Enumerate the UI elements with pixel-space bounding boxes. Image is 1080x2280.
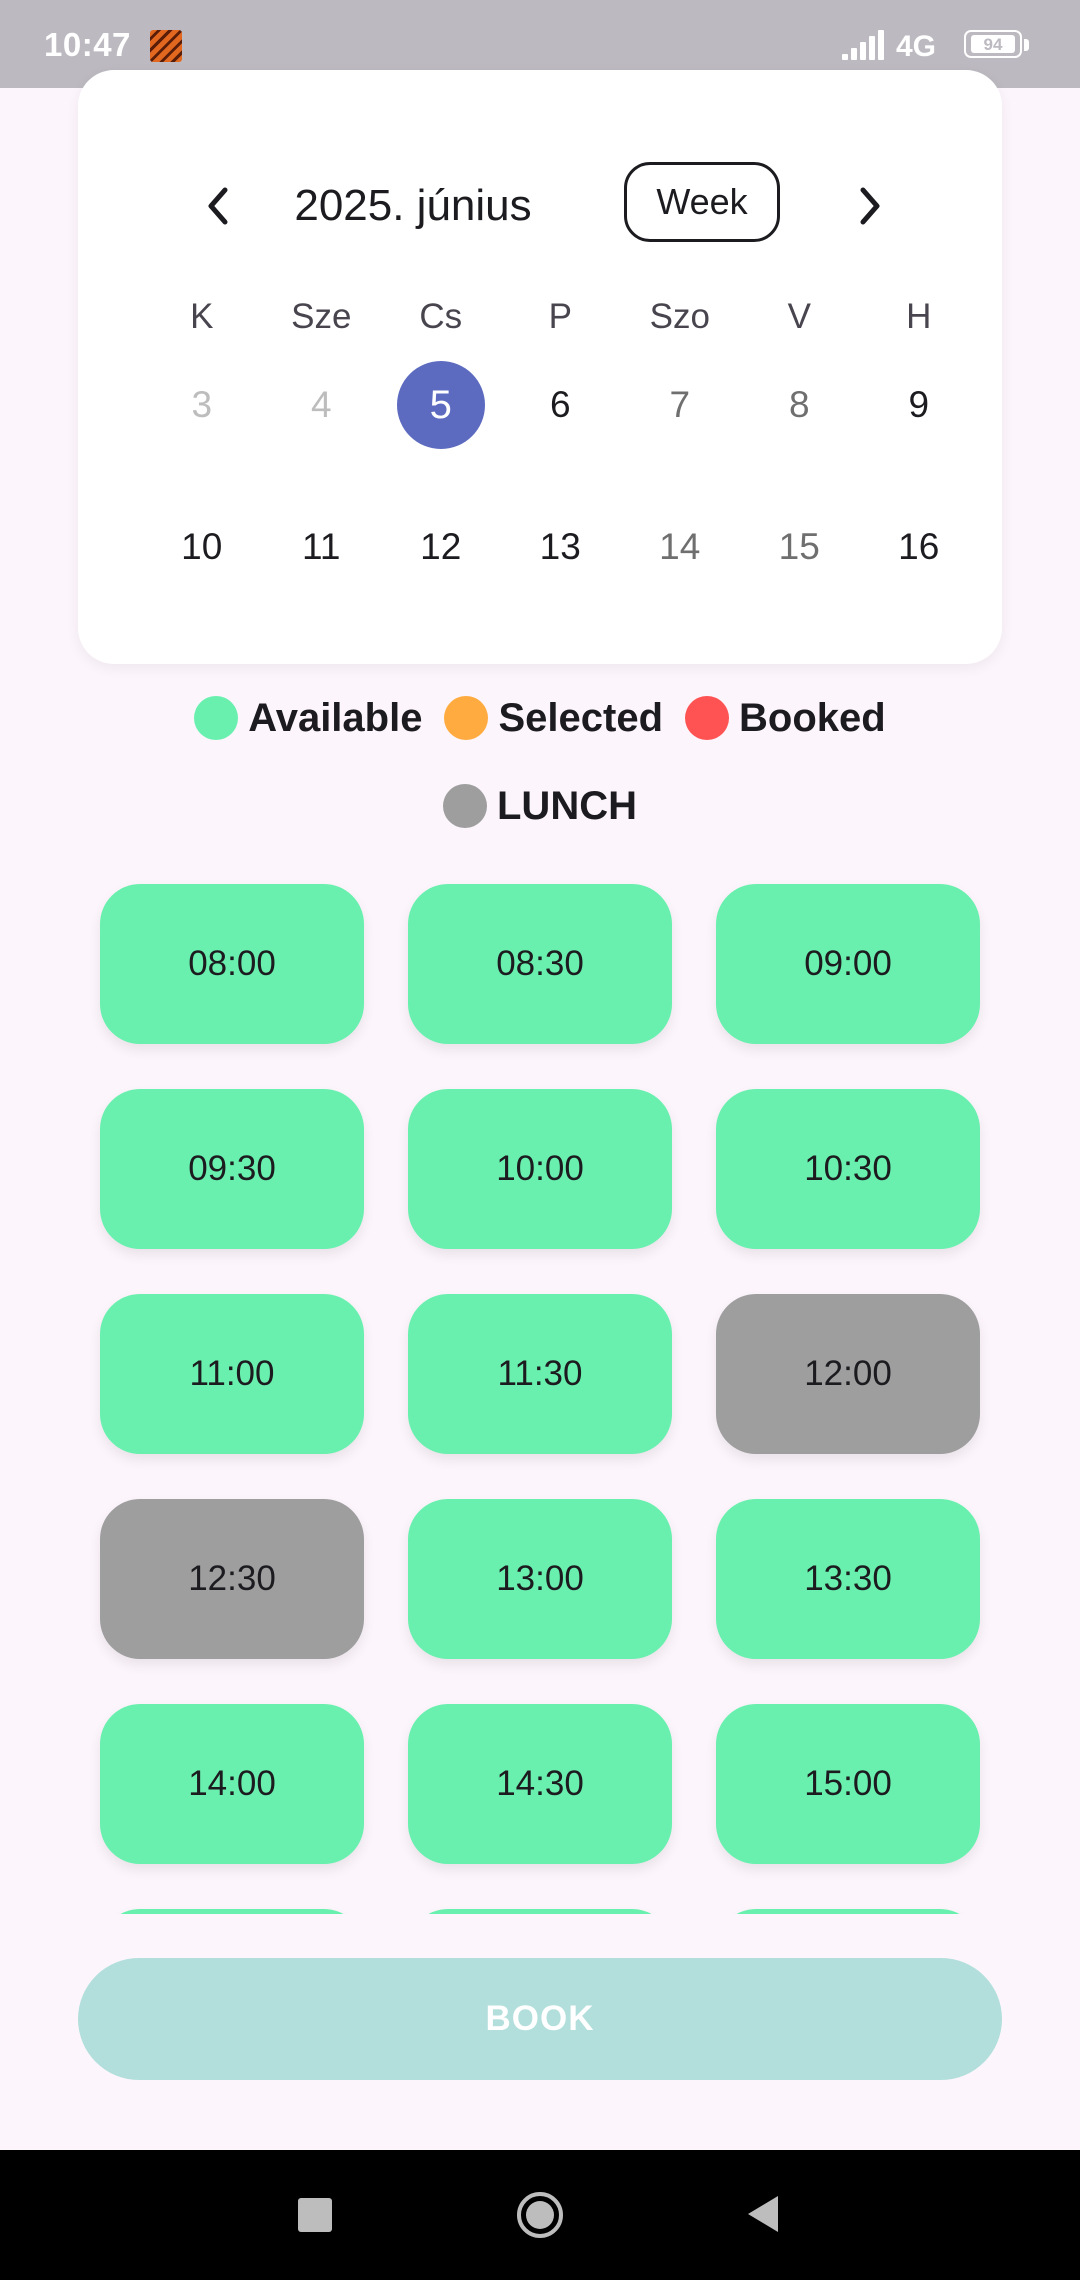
calendar-day[interactable]: 11 <box>262 502 382 592</box>
calendar-day[interactable]: 10 <box>142 502 262 592</box>
time-slot-available[interactable]: 13:00 <box>408 1499 672 1659</box>
day-number: 13 <box>539 526 581 567</box>
signal-icon <box>842 30 884 60</box>
calendar-day[interactable]: 15 <box>740 502 860 592</box>
time-slot-lunch[interactable]: 12:00 <box>716 1294 980 1454</box>
legend-item-booked: Booked <box>685 696 886 741</box>
legend-dot-available <box>194 696 239 740</box>
weekday-label: H <box>906 297 932 336</box>
weekday-label: Szo <box>649 297 710 336</box>
time-slot-available[interactable]: 10:30 <box>716 1089 980 1249</box>
weekday-label: Cs <box>419 297 463 336</box>
day-number: 14 <box>659 526 701 567</box>
day-number: 12 <box>420 526 462 567</box>
recents-icon[interactable] <box>298 2198 332 2232</box>
time-slot-grid[interactable]: 08:00 08:30 09:00 09:30 10:00 10:30 11:00 11:30… <box>0 870 1080 1914</box>
battery-body: 94 <box>964 30 1022 58</box>
calendar-day[interactable]: 3 <box>142 360 262 450</box>
battery-tip <box>1024 39 1029 51</box>
chevron-left-icon <box>208 187 228 225</box>
legend-dot-selected <box>444 696 489 740</box>
notification-app-icon <box>150 30 182 62</box>
day-number: 9 <box>908 384 930 425</box>
time-slot-available[interactable]: 11:00 <box>100 1294 364 1454</box>
time-slot-available[interactable] <box>100 1909 364 1914</box>
time-slot-available[interactable]: 15:00 <box>716 1704 980 1864</box>
day-number: 7 <box>669 384 691 425</box>
weekday-label: P <box>548 297 572 336</box>
battery-percent: 94 <box>983 35 1003 54</box>
weekday-label: Sze <box>291 297 352 336</box>
navigation-bar <box>0 2150 1080 2280</box>
calendar-day[interactable]: 14 <box>620 502 740 592</box>
legend: Available Selected Booked <box>0 690 1080 746</box>
time-slot-available[interactable]: 14:30 <box>408 1704 672 1864</box>
weekday-label: K <box>190 297 214 336</box>
chevron-right-icon <box>860 187 880 225</box>
day-number: 16 <box>898 526 940 567</box>
calendar-card: 2025. június Week K Sze Cs P Szo V H 3 4… <box>78 70 1002 664</box>
day-number: 10 <box>181 526 223 567</box>
time-slot-available[interactable]: 13:30 <box>716 1499 980 1659</box>
calendar-day[interactable]: 12 <box>381 502 501 592</box>
format-week-button[interactable]: Week <box>624 162 780 242</box>
home-icon[interactable] <box>515 2190 565 2240</box>
legend-item-available: Available <box>194 696 422 741</box>
calendar-day[interactable]: 6 <box>501 360 621 450</box>
time-slot-available[interactable]: 11:30 <box>408 1294 672 1454</box>
time-slot-available[interactable]: 09:30 <box>100 1089 364 1249</box>
day-number: 4 <box>310 384 332 425</box>
legend-second-row: LUNCH <box>0 778 1080 834</box>
legend-dot-booked <box>685 696 729 740</box>
next-month-button[interactable] <box>840 176 900 236</box>
status-time: 10:47 <box>44 26 131 63</box>
day-number: 8 <box>788 384 810 425</box>
legend-dot-lunch <box>443 784 487 828</box>
calendar-day[interactable]: 13 <box>501 502 621 592</box>
calendar-day[interactable]: 4 <box>262 360 382 450</box>
day-number: 11 <box>302 526 341 567</box>
time-slot-available[interactable]: 10:00 <box>408 1089 672 1249</box>
prev-month-button[interactable] <box>188 176 248 236</box>
legend-item-lunch: LUNCH <box>443 784 637 829</box>
day-number: 15 <box>778 526 820 567</box>
day-number: 3 <box>191 384 213 425</box>
time-slot-available[interactable]: 09:00 <box>716 884 980 1044</box>
legend-label: Booked <box>739 695 886 740</box>
time-slot-available[interactable]: 14:00 <box>100 1704 364 1864</box>
day-number: 5 <box>396 361 485 449</box>
calendar-week-row: 3 4 5 6 7 8 9 <box>142 360 979 450</box>
book-button[interactable]: BOOK <box>78 1958 1002 2080</box>
calendar-title: 2025. június <box>294 181 532 230</box>
day-number: 6 <box>549 384 571 425</box>
calendar-day[interactable]: 16 <box>859 502 979 592</box>
calendar-week-row: 10 11 12 13 14 15 16 <box>142 502 979 592</box>
weekday-header: K Sze Cs P Szo V H <box>142 292 979 342</box>
weekday-label: V <box>787 297 811 336</box>
calendar-day-selected[interactable]: 5 <box>381 360 501 450</box>
legend-label: LUNCH <box>497 783 637 828</box>
time-slot-available[interactable]: 08:00 <box>100 884 364 1044</box>
time-slot-available[interactable]: 08:30 <box>408 884 672 1044</box>
calendar-day[interactable]: 8 <box>740 360 860 450</box>
battery-icon: 94 <box>964 30 1032 62</box>
time-slot-available[interactable] <box>716 1909 980 1914</box>
legend-item-selected: Selected <box>444 696 663 741</box>
calendar-day[interactable]: 9 <box>859 360 979 450</box>
time-slot-available[interactable] <box>408 1909 672 1914</box>
legend-label: Selected <box>498 695 663 740</box>
calendar-day[interactable]: 7 <box>620 360 740 450</box>
time-slot-lunch[interactable]: 12:30 <box>100 1499 364 1659</box>
back-icon[interactable] <box>744 2194 780 2234</box>
legend-label: Available <box>248 695 423 740</box>
network-type-label: 4G <box>896 30 937 63</box>
